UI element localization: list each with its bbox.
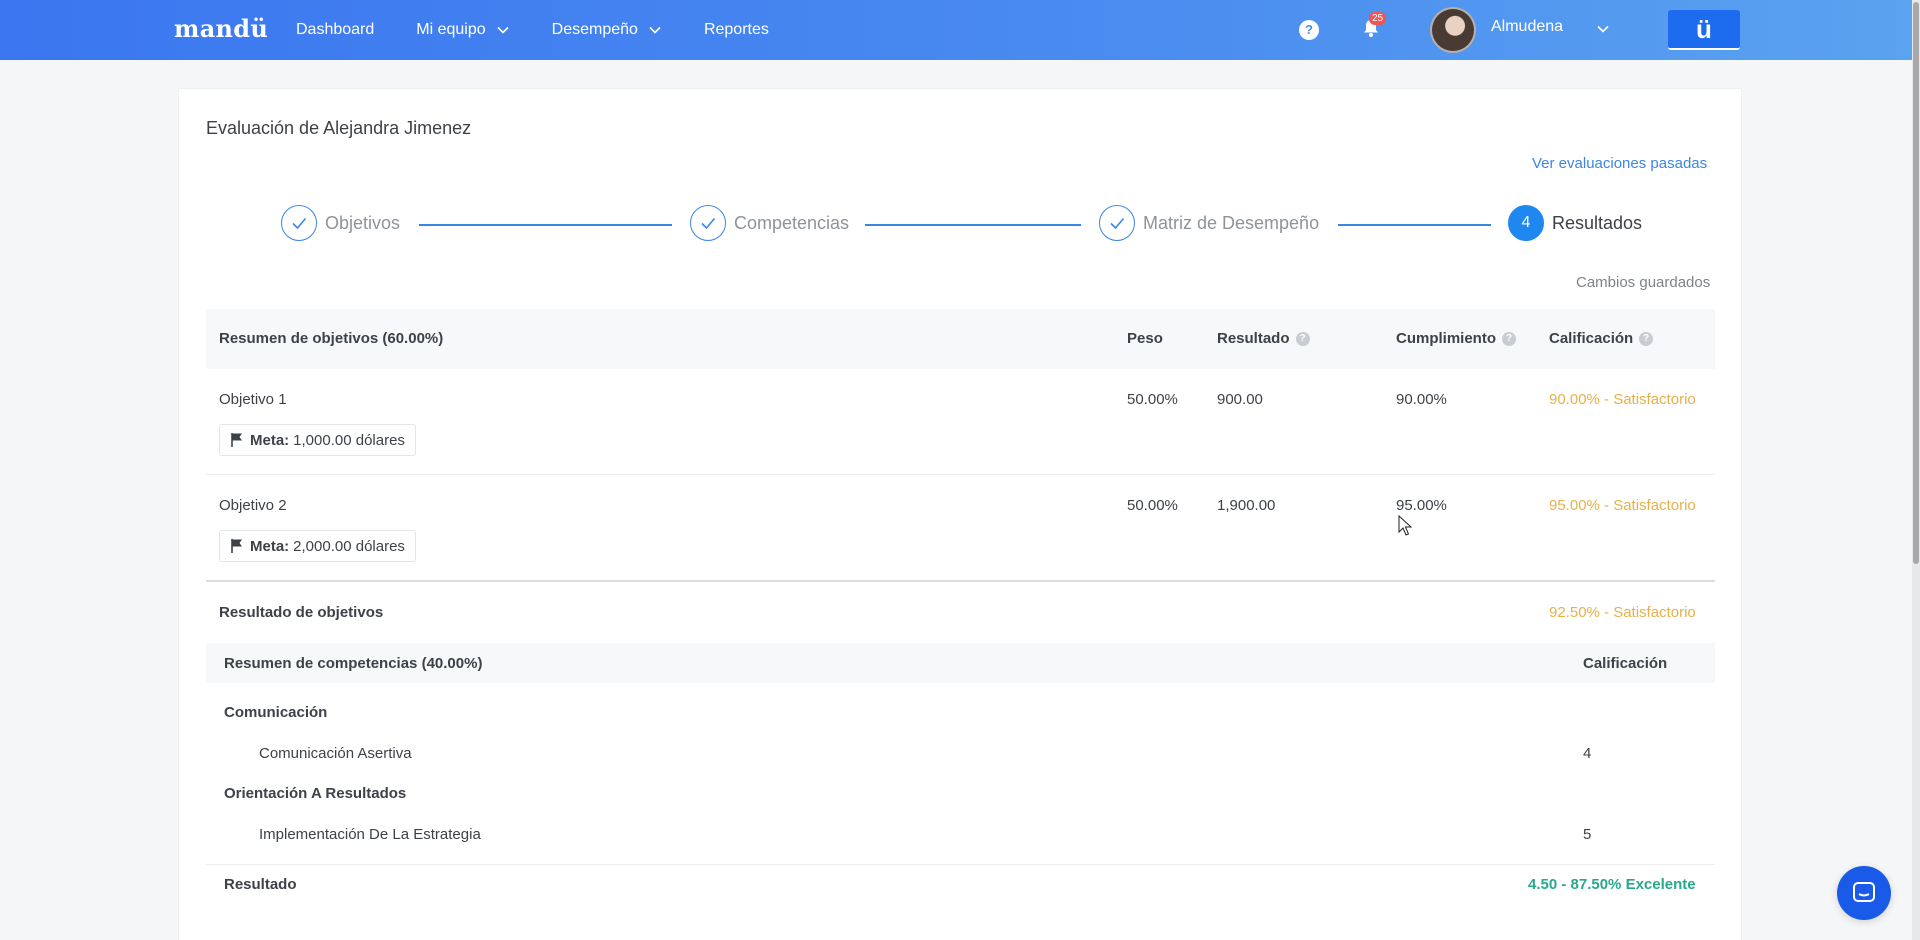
step-label: Competencias (734, 212, 850, 233)
step-label: Matriz de Desempeño (1143, 212, 1320, 233)
header-label: Resumen de objetivos (60.00%) (219, 330, 444, 347)
objective-compliance: 90.00% (1396, 391, 1447, 408)
objective-name[interactable]: Objetivo 2 (219, 497, 287, 514)
goal-label: Meta: (250, 537, 290, 555)
nav-reportes[interactable]: Reportes (704, 21, 769, 39)
scrollbar-thumb[interactable] (1913, 2, 1919, 564)
step-competencias[interactable]: Competencias (690, 205, 849, 241)
top-navbar: mandü Dashboard Mi equipo Desempeño Repo… (0, 0, 1912, 60)
user-avatar[interactable] (1430, 7, 1476, 53)
compliance-header: Cumplimiento? (1396, 330, 1516, 347)
competencies-result-value: 4.50 - 87.50% Excelente (1528, 876, 1696, 893)
row-divider (206, 864, 1715, 865)
goal-value: 2,000.00 dólares (293, 537, 405, 555)
objective-weight: 50.00% (1127, 497, 1178, 514)
brand-button[interactable]: ü (1668, 10, 1740, 50)
check-icon (1099, 205, 1135, 241)
goal-value: 1,000.00 dólares (293, 431, 405, 449)
saved-status: Cambios guardados (1576, 274, 1711, 291)
goal-tag: Meta: 1,000.00 dólares (219, 424, 416, 456)
step-label: Resultados (1552, 212, 1643, 233)
nav-mi-equipo-label: Mi equipo (416, 21, 486, 38)
step-matriz[interactable]: Matriz de Desempeño (1099, 205, 1319, 241)
result-header: Resultado? (1217, 330, 1310, 347)
header-label: Calificación (1549, 330, 1634, 347)
row-divider (206, 474, 1715, 475)
objectives-total-label: Resultado de objetivos (219, 604, 384, 621)
competency-item: Comunicación Asertiva (259, 745, 412, 762)
objective-compliance: 95.00% (1396, 497, 1447, 514)
help-icon[interactable]: ? (1299, 20, 1319, 40)
nav-desempeno[interactable]: Desempeño (552, 21, 662, 39)
objective-result: 1,900.00 (1217, 497, 1276, 514)
competencies-summary-header: Resumen de competencias (40.00%) (224, 655, 483, 672)
section-divider (206, 580, 1715, 582)
competency-group: Comunicación (224, 704, 328, 721)
page-title: Evaluación de Alejandra Jimenez (206, 118, 472, 138)
header-label: Resultado (1217, 330, 1290, 347)
user-name[interactable]: Almudena (1491, 18, 1563, 36)
check-icon (690, 205, 726, 241)
step-label: Objetivos (325, 212, 401, 233)
goal-label: Meta: (250, 431, 290, 449)
flag-icon (231, 433, 242, 447)
nav-desempeno-label: Desempeño (551, 21, 638, 38)
nav-mi-equipo[interactable]: Mi equipo (416, 21, 509, 39)
step-connector (1338, 224, 1491, 226)
competencies-rating-header: Calificación (1583, 655, 1668, 672)
step-number: 4 (1508, 205, 1544, 241)
step-connector (865, 224, 1081, 226)
nav-dashboard[interactable]: Dashboard (296, 21, 374, 39)
objective-rating: 90.00% - Satisfactorio (1549, 391, 1696, 408)
step-resultados[interactable]: 4 Resultados (1508, 205, 1642, 241)
competency-group: Orientación A Resultados (224, 785, 407, 802)
nav-reportes-label: Reportes (703, 21, 769, 38)
chat-launcher-button[interactable] (1837, 866, 1891, 920)
goal-tag: Meta: 2,000.00 dólares (219, 530, 416, 562)
chevron-down-icon (649, 26, 661, 34)
mouse-cursor-icon (1398, 515, 1412, 536)
competency-score: 5 (1583, 826, 1592, 843)
step-connector (419, 224, 672, 226)
notification-badge: 25 (1369, 12, 1387, 25)
header-label: Cumplimiento (1396, 330, 1496, 347)
competency-score: 4 (1583, 745, 1592, 762)
check-icon (281, 205, 317, 241)
help-icon[interactable]: ? (1639, 331, 1654, 346)
nav-dashboard-label: Dashboard (296, 21, 375, 38)
chevron-down-icon (497, 26, 509, 34)
step-objetivos[interactable]: Objetivos (281, 205, 400, 241)
mandu-logo[interactable]: mandü (174, 14, 268, 43)
objective-weight: 50.00% (1127, 391, 1178, 408)
past-evaluations-link[interactable]: Ver evaluaciones pasadas (1532, 155, 1707, 172)
competencies-result-label: Resultado (224, 876, 297, 893)
rating-header: Calificación? (1549, 330, 1654, 347)
chevron-down-icon[interactable] (1596, 22, 1610, 36)
main-nav: Dashboard Mi equipo Desempeño Reportes (296, 0, 811, 60)
help-icon[interactable]: ? (1295, 331, 1310, 346)
competency-item: Implementación De La Estrategia (259, 826, 481, 843)
objective-rating: 95.00% - Satisfactorio (1549, 497, 1696, 514)
weight-header: Peso (1127, 330, 1163, 347)
help-icon[interactable]: ? (1502, 331, 1516, 346)
flag-icon (231, 539, 242, 553)
objectives-summary-header: Resumen de objetivos (60.00%) (219, 330, 443, 347)
objectives-total-rating: 92.50% - Satisfactorio (1549, 604, 1696, 621)
objective-result: 900.00 (1217, 391, 1263, 408)
header-label: Peso (1127, 330, 1163, 347)
chat-icon (1853, 882, 1875, 902)
objective-name[interactable]: Objetivo 1 (219, 391, 287, 408)
